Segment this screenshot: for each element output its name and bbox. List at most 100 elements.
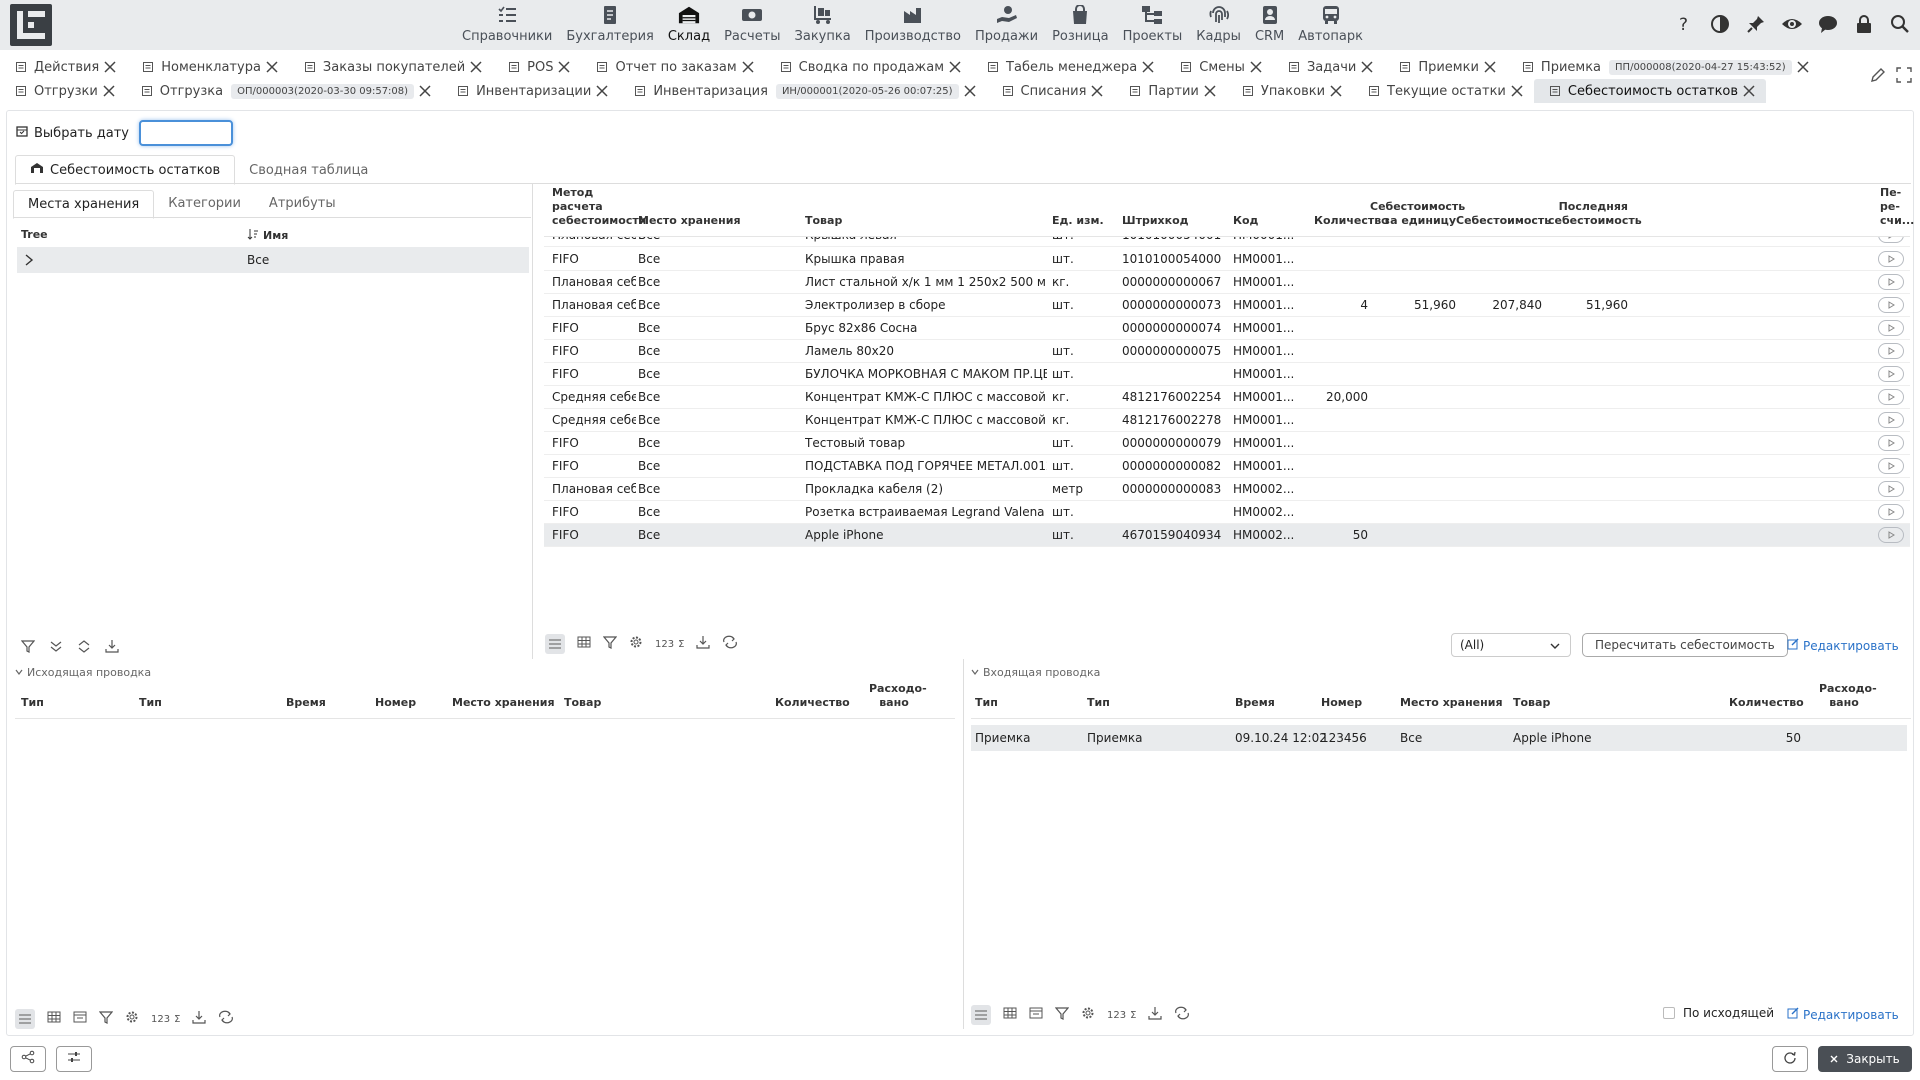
filter-icon[interactable] [98,1010,114,1028]
col-qty[interactable]: Количество [775,696,850,710]
totals-icon[interactable]: 123 Σ [151,1014,180,1025]
download-icon[interactable] [1148,1006,1163,1024]
checkbox-box[interactable] [1663,1007,1675,1019]
recalc-row-button[interactable] [1878,366,1904,382]
help-icon[interactable]: ? [1672,12,1696,36]
pencil-icon[interactable] [1870,67,1886,87]
list-view-icon[interactable] [971,1005,991,1025]
col-cost[interactable]: Себестоимость [1456,214,1551,228]
close-icon[interactable] [963,84,977,98]
close-icon[interactable] [102,84,116,98]
close-icon[interactable] [741,60,755,74]
col-place[interactable]: Место хранения [638,214,741,228]
close-icon[interactable] [103,60,117,74]
col-time[interactable]: Время [1235,696,1275,710]
tab-tabs_row2-2[interactable]: Инвентаризации [442,79,619,103]
tab-tabs_row1-10[interactable]: Приемка ПП/000008(2020-04-27 15:43:52) [1507,55,1820,79]
nav-item-4[interactable]: Закупка [788,0,858,48]
col-product[interactable]: Товар [805,214,842,228]
col-unit[interactable]: Ед. изм. [1052,214,1104,228]
tree-col-header[interactable]: Tree [21,228,48,241]
col-type2[interactable]: Тип [1087,696,1110,710]
grid-view-icon[interactable] [577,636,591,652]
recalc-row-button[interactable] [1878,435,1904,451]
nav-item-10[interactable]: CRM [1248,0,1291,48]
tab-tabs_row1-0[interactable]: Действия [0,55,127,79]
recalculate-cost-button[interactable]: Пересчитать себестоимость [1582,633,1788,657]
col-qty[interactable]: Количество [1314,214,1389,228]
download-icon[interactable] [696,635,711,653]
col-type[interactable]: Тип [21,696,44,710]
close-button[interactable]: Закрыть [1818,1046,1912,1072]
col-type[interactable]: Тип [975,696,998,710]
tab-tabs_row2-0[interactable]: Отгрузки [0,79,126,103]
totals-icon[interactable]: 123 Σ [1107,1010,1136,1021]
close-icon[interactable] [1249,60,1263,74]
table-row[interactable]: Плановая себе...Все Прокладка кабеля (2) м… [544,478,1910,501]
incoming-panel-title[interactable]: Входящая проводка [971,666,1100,679]
filter-select[interactable]: (All) [1451,633,1571,657]
table-row[interactable]: FIFO Все БУЛОЧКА МОРКОВНАЯ С МАКОМ ПР.ЦЕХ … [544,363,1910,386]
recalc-row-button[interactable] [1878,504,1904,520]
col-number[interactable]: Номер [1321,696,1362,710]
expand-all-icon[interactable] [77,639,91,657]
tab-tabs_row2-5[interactable]: Партии [1114,79,1226,103]
table-row[interactable]: FIFO Все Брус 82х86 Сосна 0000000000074 НМ00… [544,317,1910,340]
refresh-icon[interactable] [1174,1006,1190,1024]
close-icon[interactable] [1203,84,1217,98]
close-icon[interactable] [948,60,962,74]
close-icon[interactable] [469,60,483,74]
close-icon[interactable] [418,84,432,98]
list-view-icon[interactable] [545,634,565,654]
col-last-cost[interactable]: Последняя себестоимость [1548,200,1642,228]
settings-gear-icon[interactable] [1081,1006,1095,1024]
recalc-row-button[interactable] [1878,251,1904,267]
eye-icon[interactable] [1780,12,1804,36]
table-row[interactable]: Плановая себе...Все Крышка левая шт. 101010… [544,237,1910,247]
close-icon[interactable] [595,84,609,98]
nav-item-9[interactable]: Кадры [1189,0,1248,48]
theme-toggle-icon[interactable] [1708,12,1732,36]
close-icon[interactable] [265,60,279,74]
close-icon[interactable] [1742,84,1756,98]
table-row[interactable]: FIFO Все Крышка правая шт. 1010100054000 НМ00… [544,248,1910,271]
tab-tabs_row2-3[interactable]: Инвентаризация ИН/000001(2020-05-26 00:07… [619,79,986,103]
close-icon[interactable] [1360,60,1374,74]
tab-cost-balance[interactable]: Себестоимость остатков [15,155,236,185]
tab-tabs_row2-8[interactable]: Себестоимость остатков [1533,79,1767,103]
recalc-row-button[interactable] [1878,412,1904,428]
col-time[interactable]: Время [286,696,326,710]
table-row[interactable]: FIFO Все Apple iPhone шт. 4670159040934 НМ000… [544,524,1910,547]
table-row[interactable]: Плановая себе...Все Электролизер в сборе ш… [544,294,1910,317]
card-view-icon[interactable] [73,1011,87,1027]
recalc-row-button[interactable] [1878,458,1904,474]
tab-attributes[interactable]: Атрибуты [255,190,350,219]
reload-button[interactable] [1772,1046,1808,1072]
nav-item-0[interactable]: Справочники [455,0,559,48]
tab-tabs_row1-3[interactable]: POS [493,55,581,79]
nav-item-11[interactable]: Автопарк [1291,0,1370,48]
table-row[interactable]: Средняя себес...Все Концентрат КМЖ-С ПЛЮС… [544,386,1910,409]
lock-icon[interactable] [1852,12,1876,36]
close-icon[interactable] [1329,84,1343,98]
totals-icon[interactable]: 123 Σ [655,639,684,650]
tab-tabs_row2-6[interactable]: Упаковки [1227,79,1353,103]
tab-tabs_row2-4[interactable]: Списания [987,79,1115,103]
nav-item-8[interactable]: Проекты [1116,0,1190,48]
grid-view-icon[interactable] [47,1011,61,1027]
download-icon[interactable] [192,1010,207,1028]
tab-tabs_row1-9[interactable]: Приемки [1384,55,1507,79]
col-spent[interactable]: Расходо-вано [1819,682,1877,710]
outgoing-panel-title[interactable]: Исходящая проводка [15,666,151,679]
grid-view-icon[interactable] [1003,1007,1017,1023]
refresh-icon[interactable] [722,635,738,653]
pin-icon[interactable] [1744,12,1768,36]
recalc-row-button[interactable] [1878,237,1904,243]
share-button[interactable] [10,1046,46,1072]
tab-tabs_row1-4[interactable]: Отчет по заказам [581,55,764,79]
close-icon[interactable] [1141,60,1155,74]
tab-tabs_row1-8[interactable]: Задачи [1273,55,1384,79]
tab-tabs_row1-7[interactable]: Смены [1165,55,1273,79]
col-method[interactable]: Метод расчета себестоимости [552,186,646,228]
col-recalc[interactable]: Пе-ре-счи... [1880,186,1914,228]
